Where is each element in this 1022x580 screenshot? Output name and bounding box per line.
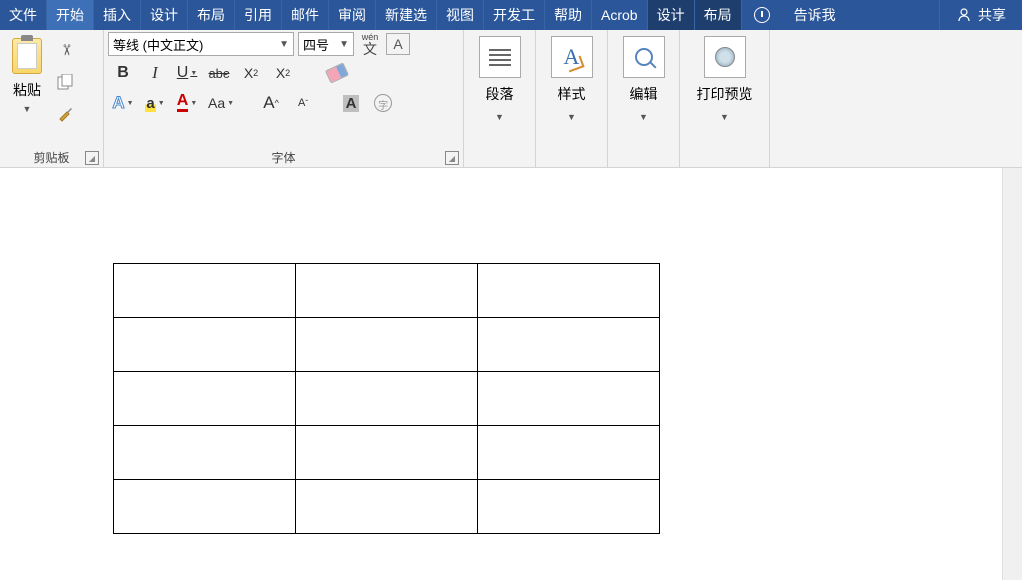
copy-button[interactable] xyxy=(52,70,80,94)
tab-acrobat[interactable]: Acrob xyxy=(592,0,648,30)
share-icon xyxy=(956,7,972,23)
tab-design[interactable]: 设计 xyxy=(141,0,188,30)
font-name-select[interactable]: 等线 (中文正文) ▼ xyxy=(108,32,294,56)
preview-icon xyxy=(704,36,746,78)
vertical-scrollbar[interactable] xyxy=(1002,168,1022,580)
chevron-down-icon: ▼ xyxy=(339,39,349,50)
tab-table-design[interactable]: 设计 xyxy=(648,0,695,30)
paragraph-button[interactable]: 段落 ▼ xyxy=(464,30,535,122)
tell-me-icon[interactable] xyxy=(742,0,782,30)
tab-layout[interactable]: 布局 xyxy=(188,0,235,30)
styles-icon: A xyxy=(551,36,593,78)
font-name-value: 等线 (中文正文) xyxy=(113,35,203,54)
document-canvas[interactable] xyxy=(0,190,1000,580)
subscript-button[interactable]: X2 xyxy=(240,61,262,85)
italic-button[interactable]: I xyxy=(144,61,166,85)
change-case-button[interactable]: Aa▼ xyxy=(208,91,234,115)
tab-insert[interactable]: 插入 xyxy=(94,0,141,30)
tab-help[interactable]: 帮助 xyxy=(545,0,592,30)
document-table[interactable] xyxy=(113,263,660,534)
bold-button[interactable]: B xyxy=(112,61,134,85)
highlight-button[interactable]: a▼ xyxy=(144,91,166,115)
character-border-button[interactable]: A xyxy=(386,33,410,55)
edit-dropdown[interactable]: ▼ xyxy=(639,112,648,122)
share-label: 共享 xyxy=(978,5,1006,25)
paste-dropdown[interactable]: ▼ xyxy=(23,104,32,114)
edit-button[interactable]: 编辑 ▼ xyxy=(608,30,679,122)
tab-references[interactable]: 引用 xyxy=(235,0,282,30)
font-size-value: 四号 xyxy=(303,35,329,54)
font-color-button[interactable]: A▼ xyxy=(176,91,198,115)
eraser-icon xyxy=(325,62,349,83)
ribbon: 粘贴 ▼ ✂ 剪贴板 ◢ 等线 (中文正文) ▼ xyxy=(0,30,1022,168)
grow-font-button[interactable]: A^ xyxy=(260,91,282,115)
font-launcher[interactable]: ◢ xyxy=(445,151,459,165)
enclose-characters-button[interactable] xyxy=(372,91,394,115)
tab-review[interactable]: 审阅 xyxy=(329,0,376,30)
tab-home[interactable]: 开始 xyxy=(47,0,94,30)
superscript-button[interactable]: X2 xyxy=(272,61,294,85)
phonetic-guide-button[interactable]: wén 文 xyxy=(358,33,382,56)
paste-icon[interactable] xyxy=(12,38,42,74)
paste-button[interactable]: 粘贴 xyxy=(13,80,41,100)
font-group-label: 字体 xyxy=(104,147,463,167)
clipboard-launcher[interactable]: ◢ xyxy=(85,151,99,165)
copy-icon xyxy=(57,74,75,90)
tab-table-layout[interactable]: 布局 xyxy=(695,0,742,30)
circled-icon xyxy=(374,94,392,112)
find-icon xyxy=(623,36,665,78)
tab-developer[interactable]: 开发工 xyxy=(484,0,545,30)
format-painter-button[interactable] xyxy=(52,102,80,126)
styles-dropdown[interactable]: ▼ xyxy=(567,112,576,122)
ribbon-tabs-bar: 文件 开始 插入 设计 布局 引用 邮件 审阅 新建选 视图 开发工 帮助 Ac… xyxy=(0,0,1022,30)
text-effects-button[interactable]: A▼ xyxy=(112,91,134,115)
chevron-down-icon: ▼ xyxy=(279,39,289,50)
character-shading-button[interactable]: A xyxy=(340,91,362,115)
styles-button[interactable]: A 样式 ▼ xyxy=(536,30,607,122)
paragraph-dropdown[interactable]: ▼ xyxy=(495,112,504,122)
tab-mailings[interactable]: 邮件 xyxy=(282,0,329,30)
share-button[interactable]: 共享 xyxy=(939,0,1022,30)
paragraph-icon xyxy=(479,36,521,78)
tab-newtab[interactable]: 新建选 xyxy=(376,0,437,30)
tab-view[interactable]: 视图 xyxy=(437,0,484,30)
shrink-font-button[interactable]: Aˇ xyxy=(292,91,314,115)
tell-me-text[interactable]: 告诉我 xyxy=(782,0,848,30)
preview-dropdown[interactable]: ▼ xyxy=(720,112,729,122)
scissors-icon: ✂ xyxy=(57,44,75,57)
clear-formatting-button[interactable] xyxy=(326,61,348,85)
brush-icon xyxy=(57,105,75,123)
underline-button[interactable]: U▼ xyxy=(176,61,198,85)
print-preview-button[interactable]: 打印预览 ▼ xyxy=(680,30,769,122)
strikethrough-button[interactable]: abє xyxy=(208,61,230,85)
tab-file[interactable]: 文件 xyxy=(0,0,47,30)
cut-button[interactable]: ✂ xyxy=(52,38,80,62)
font-size-select[interactable]: 四号 ▼ xyxy=(298,32,354,56)
